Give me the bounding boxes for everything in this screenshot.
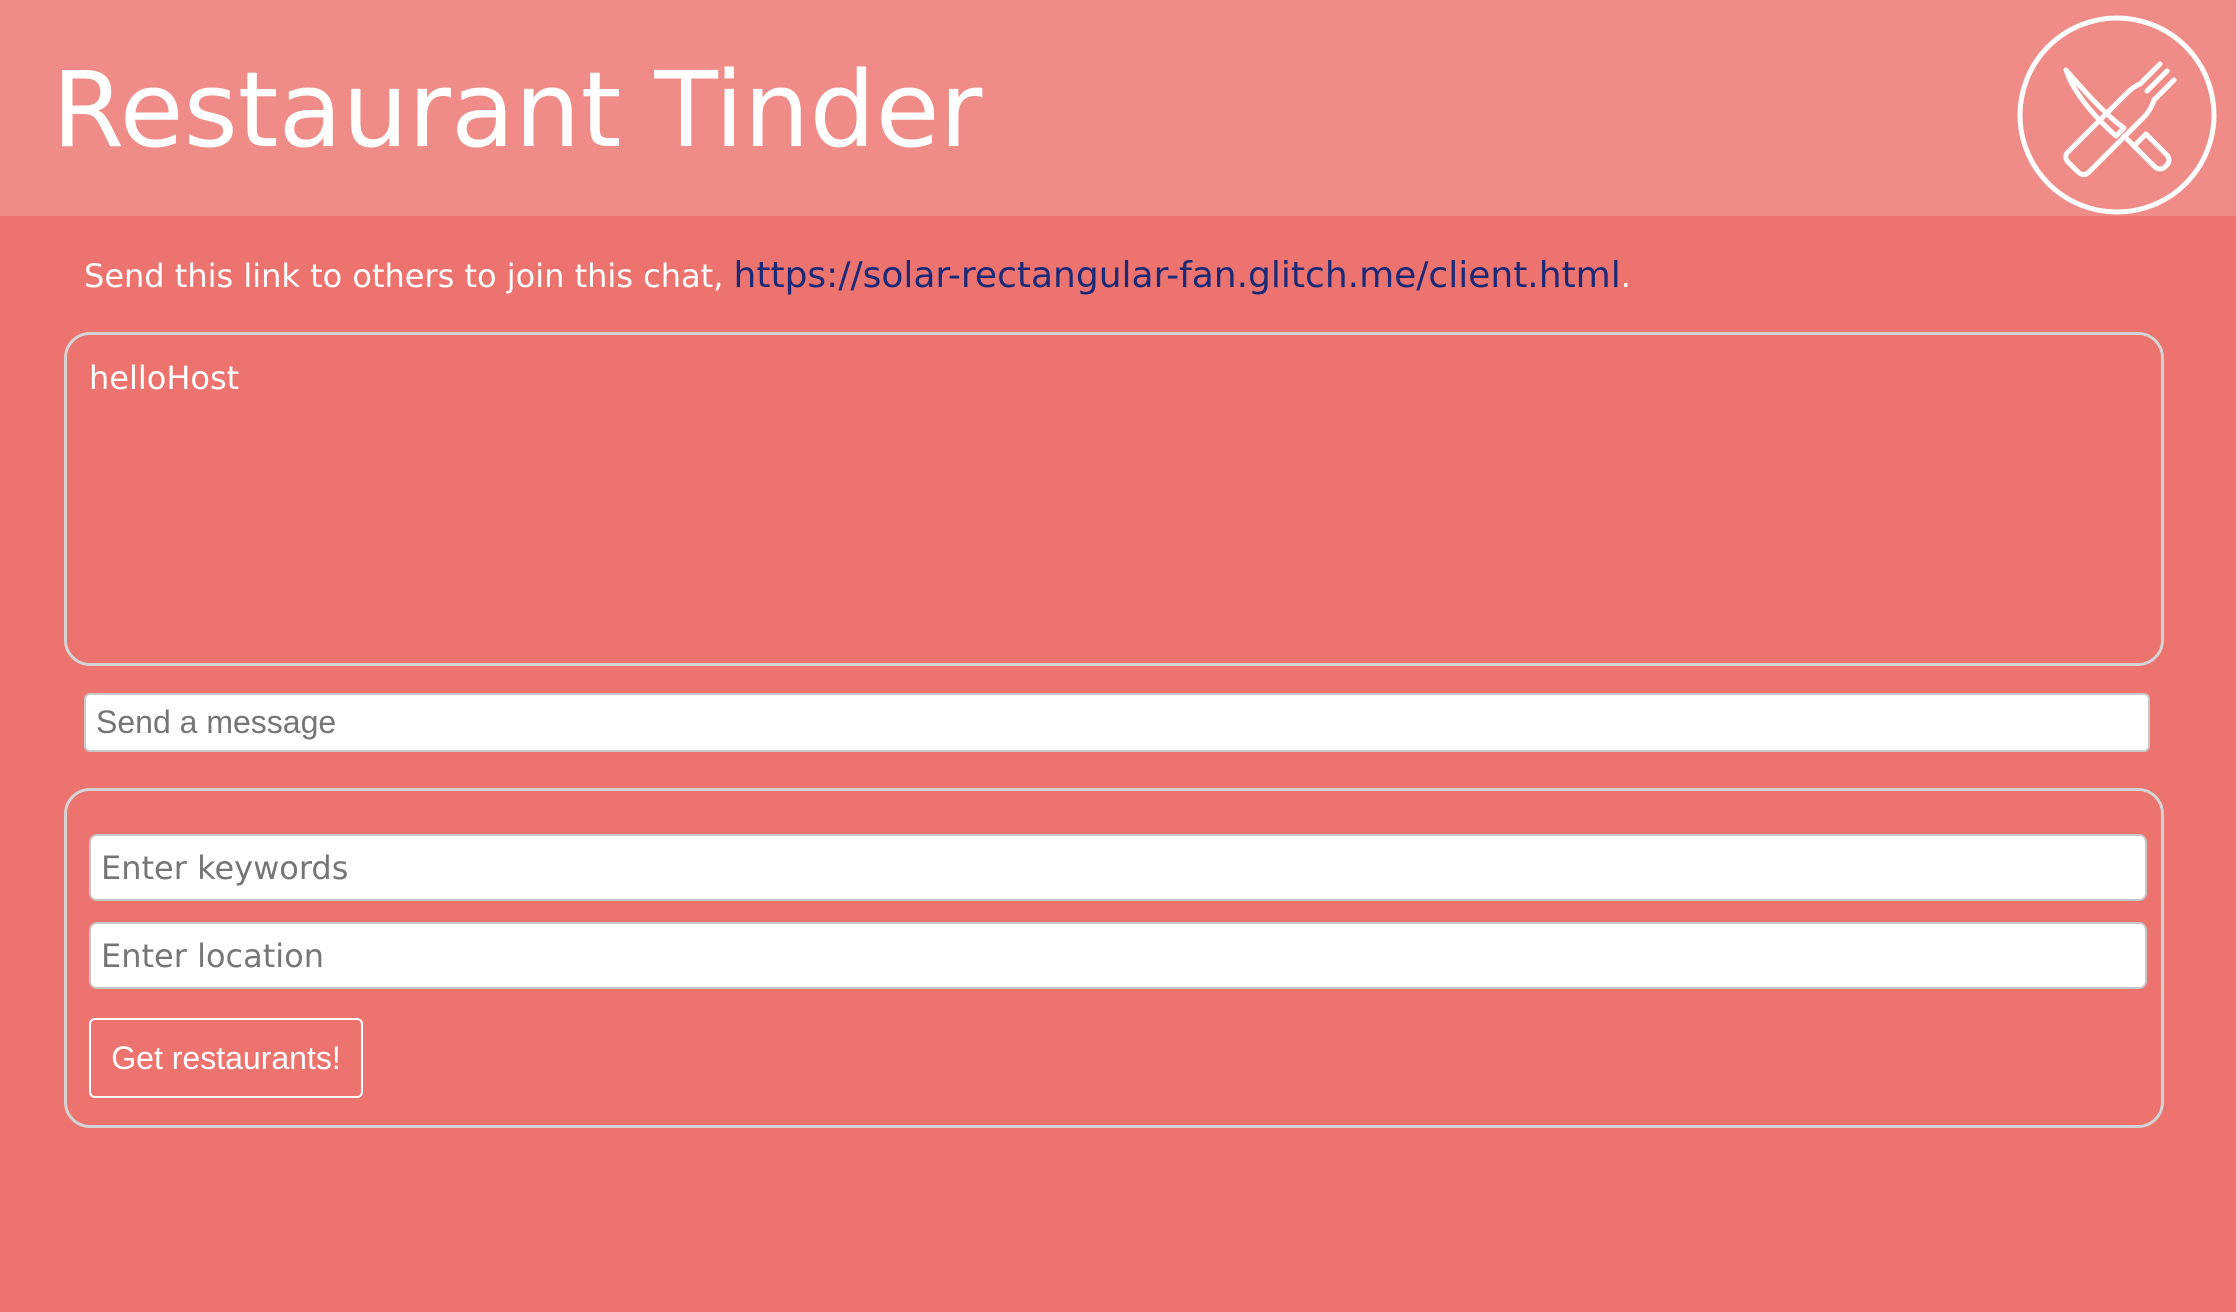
keywords-input[interactable] <box>89 834 2147 901</box>
chat-messages-panel: helloHost <box>64 332 2164 666</box>
share-text: Send this link to others to join this ch… <box>84 257 734 295</box>
app-title: Restaurant Tinder <box>52 49 983 171</box>
app-header: Restaurant Tinder <box>0 0 2236 216</box>
chat-share-link[interactable]: https://solar-rectangular-fan.glitch.me/… <box>734 255 1621 296</box>
share-link-line: Send this link to others to join this ch… <box>84 252 1631 300</box>
chat-message: helloHost <box>89 359 240 397</box>
fork-knife-icon <box>2017 15 2217 215</box>
share-suffix: . <box>1620 257 1631 295</box>
message-input[interactable] <box>84 693 2150 752</box>
location-input[interactable] <box>89 922 2147 989</box>
restaurant-search-panel: Get restaurants! <box>64 788 2164 1128</box>
get-restaurants-button[interactable]: Get restaurants! <box>89 1018 363 1098</box>
